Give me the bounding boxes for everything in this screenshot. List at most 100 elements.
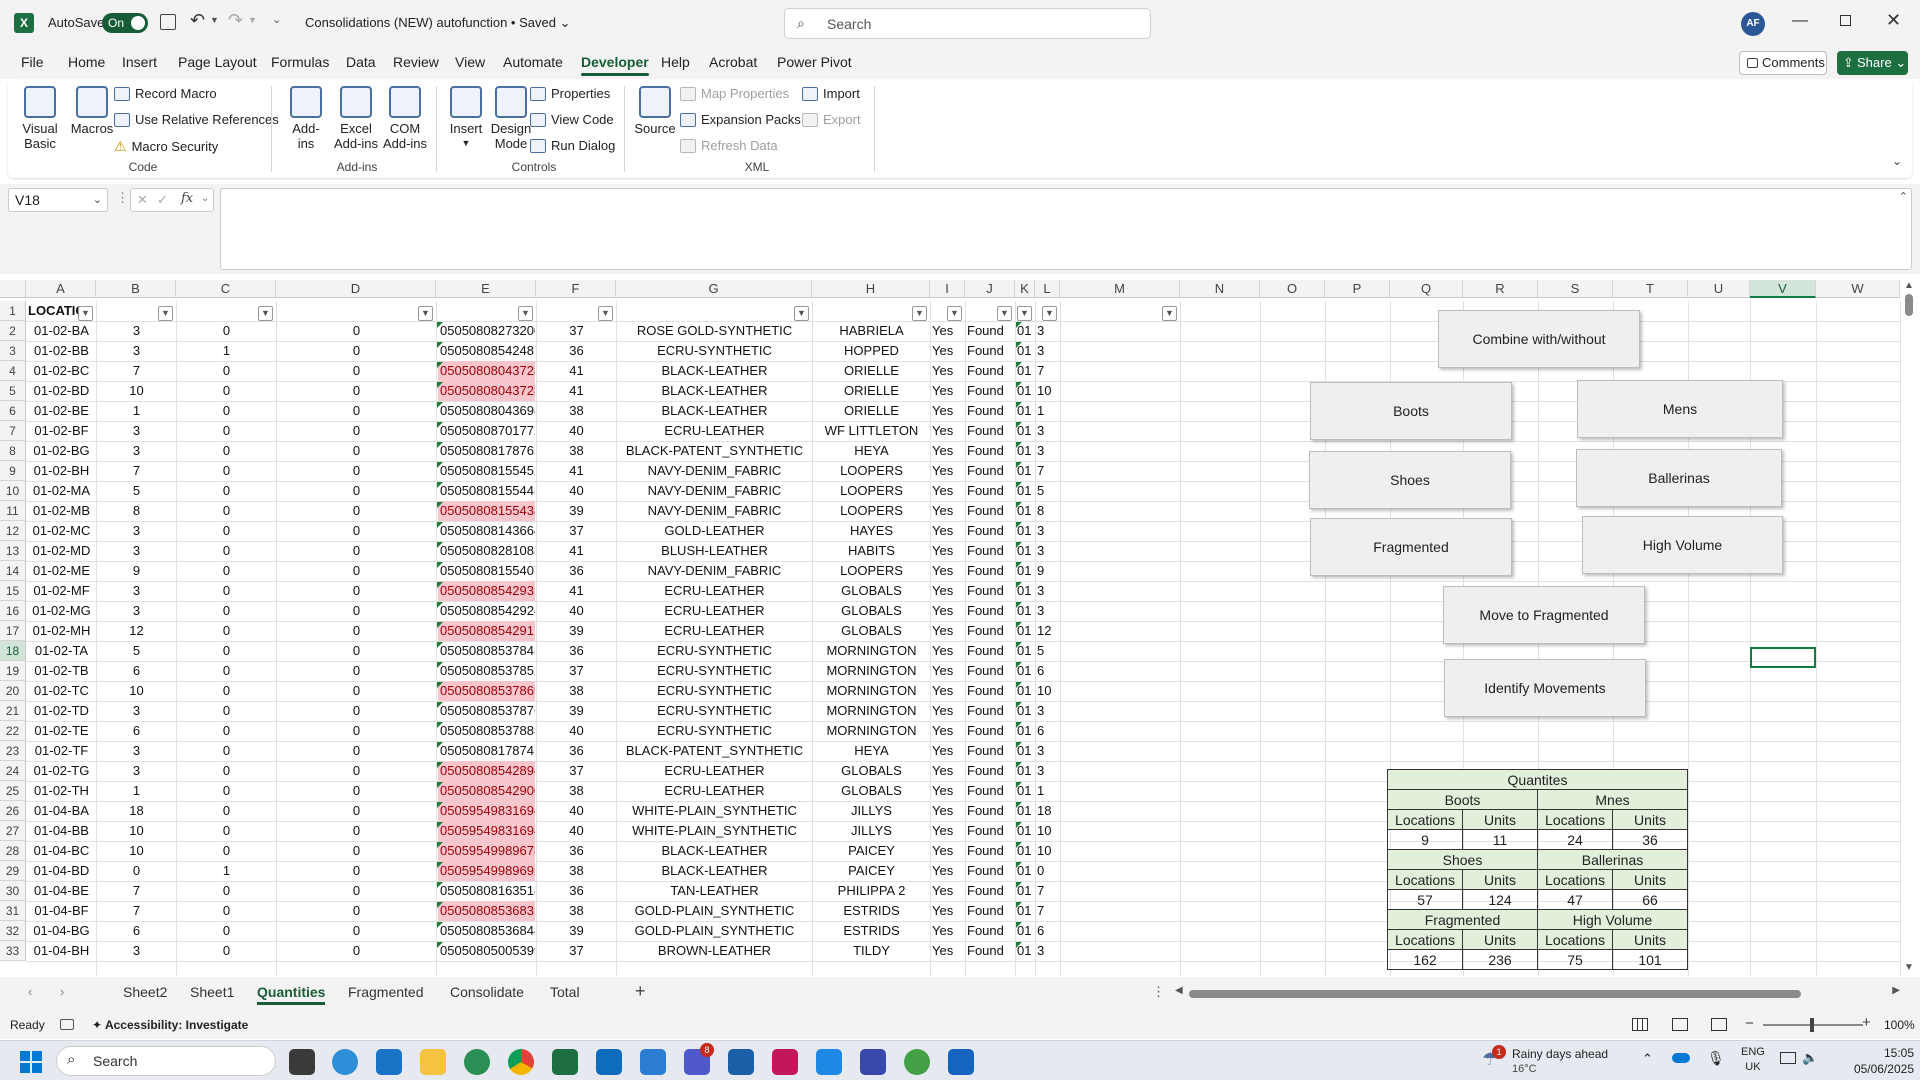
tab-help[interactable]: Help: [661, 54, 690, 70]
table-cell[interactable]: 01-02-MF: [28, 581, 95, 601]
table-cell[interactable]: TILDY: [814, 941, 929, 961]
table-cell[interactable]: 01-02-TG: [28, 761, 95, 781]
table-cell[interactable]: 0: [98, 861, 175, 881]
table-cell[interactable]: NAVY-DENIM_FABRIC: [618, 481, 811, 501]
column-header-c[interactable]: C: [176, 280, 276, 298]
table-cell[interactable]: Found: [967, 581, 1014, 601]
taskbar-search[interactable]: ⌕ Search: [56, 1046, 276, 1076]
column-header-i[interactable]: I: [930, 280, 965, 298]
row-header[interactable]: 23: [0, 741, 26, 761]
row-header[interactable]: 21: [0, 701, 26, 721]
table-cell[interactable]: Found: [967, 881, 1014, 901]
table-cell[interactable]: 18: [1037, 801, 1059, 821]
table-cell[interactable]: 0: [278, 841, 435, 861]
table-cell[interactable]: 0: [278, 721, 435, 741]
table-cell[interactable]: 01-02-TE: [28, 721, 95, 741]
table-cell[interactable]: 0: [178, 601, 275, 621]
avatar[interactable]: AF: [1741, 12, 1765, 36]
sheet-tab-total[interactable]: Total: [550, 984, 580, 1000]
table-cell[interactable]: 7: [98, 881, 175, 901]
value-cell[interactable]: 47: [1537, 889, 1613, 910]
row-header[interactable]: 13: [0, 541, 26, 561]
table-cell[interactable]: 3: [98, 421, 175, 441]
table-cell[interactable]: Yes: [932, 741, 964, 761]
table-cell[interactable]: 01-02-TH: [28, 781, 95, 801]
table-cell[interactable]: 5: [1037, 481, 1059, 501]
table-cell[interactable]: ECRU-SYNTHETIC: [618, 661, 811, 681]
table-cell[interactable]: Yes: [932, 341, 964, 361]
table-cell[interactable]: ESTRIDS: [814, 901, 929, 921]
table-cell[interactable]: 3: [1037, 541, 1059, 561]
table-cell[interactable]: 41: [538, 461, 615, 481]
table-cell[interactable]: 37: [538, 521, 615, 541]
row-header[interactable]: 26: [0, 801, 26, 821]
table-cell[interactable]: Yes: [932, 501, 964, 521]
table-cell[interactable]: WHITE-PLAIN_SYNTHETIC: [618, 801, 811, 821]
table-cell[interactable]: 0: [278, 541, 435, 561]
table-cell[interactable]: 6: [98, 661, 175, 681]
table-cell[interactable]: 0: [178, 741, 275, 761]
tab-view[interactable]: View: [455, 54, 485, 70]
filter-dropdown-icon[interactable]: ▼: [997, 306, 1012, 321]
table-cell[interactable]: 1: [1037, 781, 1059, 801]
table-cell[interactable]: Yes: [932, 861, 964, 881]
table-cell[interactable]: 5: [1037, 641, 1059, 661]
table-cell[interactable]: GOLD-LEATHER: [618, 521, 811, 541]
barcode-cell[interactable]: 05050808178765: [438, 441, 535, 461]
table-cell[interactable]: BLACK-LEATHER: [618, 401, 811, 421]
table-cell[interactable]: LOOPERS: [814, 481, 929, 501]
table-cell[interactable]: Yes: [932, 561, 964, 581]
table-cell[interactable]: 36: [538, 841, 615, 861]
undo-icon[interactable]: ↶: [190, 10, 205, 31]
table-cell[interactable]: Yes: [932, 521, 964, 541]
table-cell[interactable]: GOLD-PLAIN_SYNTHETIC: [618, 901, 811, 921]
tab-formulas[interactable]: Formulas: [271, 54, 329, 70]
table-cell[interactable]: BLACK-LEATHER: [618, 361, 811, 381]
table-cell[interactable]: 3: [1037, 321, 1059, 341]
filter-dropdown-icon[interactable]: ▼: [912, 306, 927, 321]
barcode-cell[interactable]: 05050808536831: [438, 901, 535, 921]
table-cell[interactable]: 01-02-BF: [28, 421, 95, 441]
table-cell[interactable]: 0: [278, 561, 435, 581]
column-header-f[interactable]: F: [536, 280, 616, 298]
microphone-icon[interactable]: 🎙: [1707, 1050, 1725, 1067]
fragmented-button[interactable]: Fragmented: [1310, 518, 1512, 576]
shoes-button[interactable]: Shoes: [1309, 451, 1511, 509]
table-cell[interactable]: 0: [278, 821, 435, 841]
table-cell[interactable]: Found: [967, 661, 1014, 681]
table-cell[interactable]: Yes: [932, 401, 964, 421]
table-cell[interactable]: ECRU-LEATHER: [618, 421, 811, 441]
table-cell[interactable]: LOOPERS: [814, 501, 929, 521]
run-dialog-button[interactable]: Run Dialog: [530, 138, 615, 153]
table-cell[interactable]: 0: [178, 461, 275, 481]
row-header[interactable]: 14: [0, 561, 26, 581]
row-header[interactable]: 25: [0, 781, 26, 801]
table-cell[interactable]: 0: [278, 901, 435, 921]
barcode-cell[interactable]: 05050808273200: [438, 321, 535, 341]
customize-qat-icon[interactable]: ⌄: [272, 13, 281, 26]
table-cell[interactable]: 0: [178, 581, 275, 601]
worksheet-grid[interactable]: ABCDEFGHIJKLMNOPQRSTUVW 1 LOCATIO ▼ ▼ ▼ ▼ ▼ ▼ ▼ ▼…: [0, 280, 1920, 982]
sheet-tab-sheet2[interactable]: Sheet2: [123, 984, 167, 1000]
column-header-r[interactable]: R: [1463, 280, 1538, 298]
table-cell[interactable]: 10: [98, 681, 175, 701]
table-cell[interactable]: 0: [178, 641, 275, 661]
table-cell[interactable]: 12: [98, 621, 175, 641]
row-header[interactable]: 1: [0, 301, 26, 321]
table-cell[interactable]: ECRU-SYNTHETIC: [618, 641, 811, 661]
sheet-tab-consolidate[interactable]: Consolidate: [450, 984, 524, 1000]
table-cell[interactable]: 38: [538, 401, 615, 421]
table-cell[interactable]: Yes: [932, 381, 964, 401]
table-cell[interactable]: 1: [178, 861, 275, 881]
table-cell[interactable]: 3: [98, 581, 175, 601]
table-cell[interactable]: Found: [967, 721, 1014, 741]
edge-icon[interactable]: [332, 1049, 358, 1075]
more-options-icon[interactable]: ⋮: [116, 190, 129, 206]
scroll-up-icon[interactable]: ▲: [1904, 280, 1914, 291]
restore-icon[interactable]: [1840, 15, 1851, 26]
value-cell[interactable]: 101: [1612, 949, 1688, 970]
table-cell[interactable]: JILLYS: [814, 801, 929, 821]
table-cell[interactable]: Yes: [932, 801, 964, 821]
map-properties-button[interactable]: Map Properties: [680, 86, 789, 101]
table-cell[interactable]: ROSE GOLD-SYNTHETIC: [618, 321, 811, 341]
